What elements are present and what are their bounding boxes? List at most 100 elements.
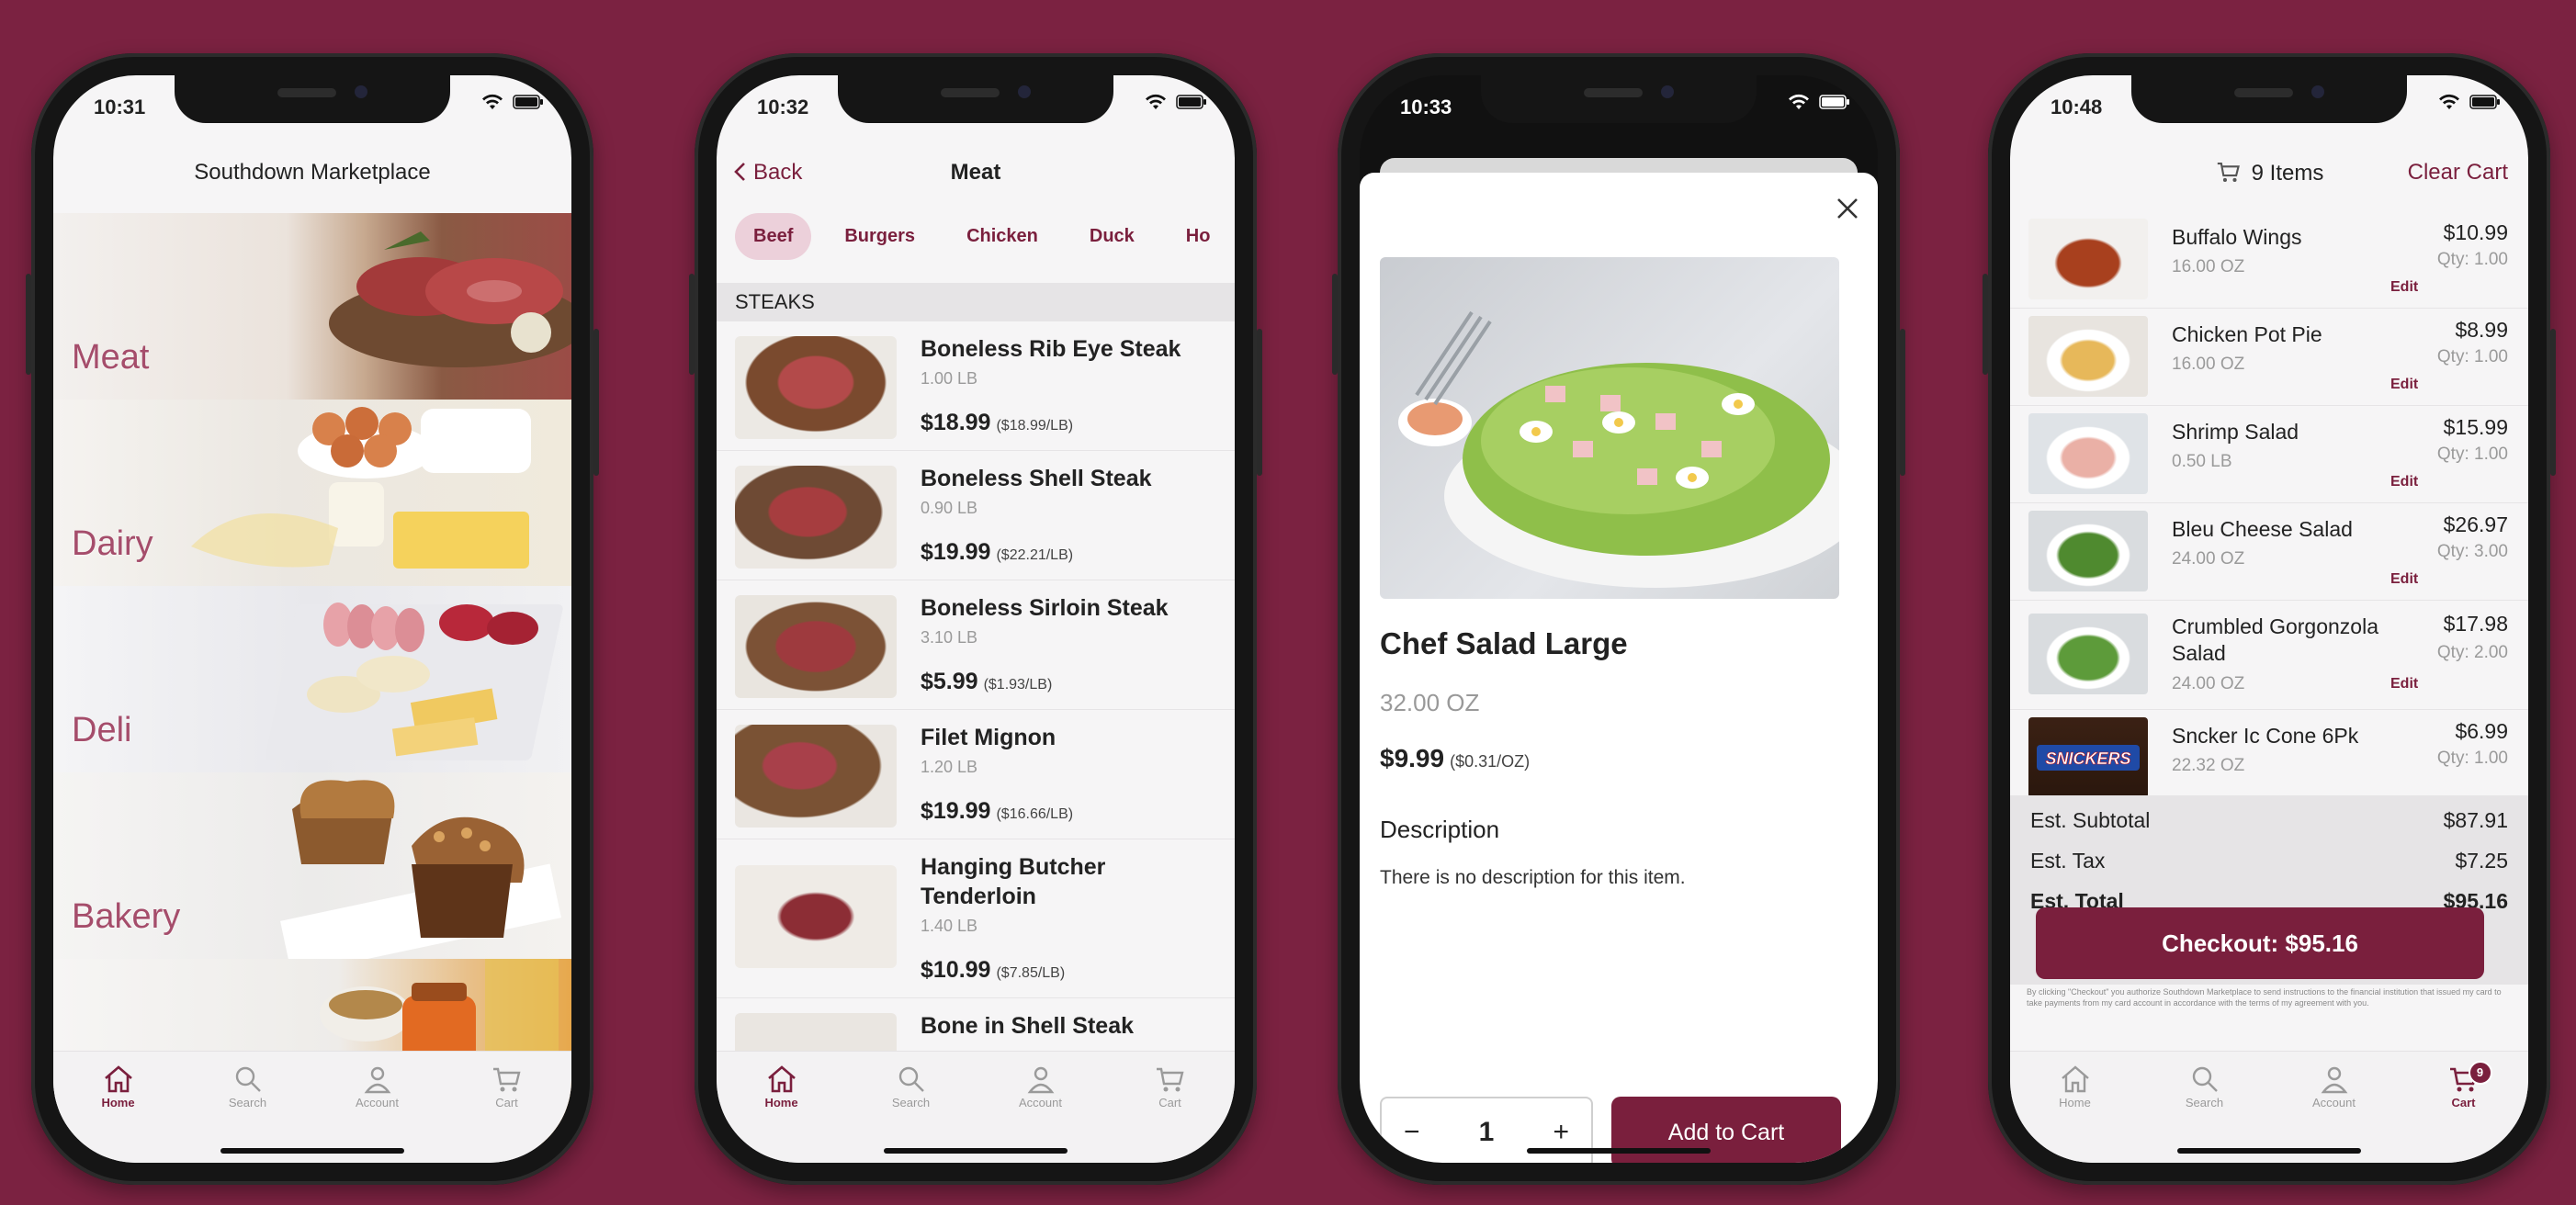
tab-home[interactable]: Home (731, 1061, 832, 1163)
item-qty: Qty: 2.00 (2436, 643, 2508, 662)
svg-text:SNICKERS: SNICKERS (2045, 749, 2130, 768)
category-bakery[interactable]: Bakery (53, 772, 571, 959)
item-image (2028, 316, 2148, 397)
edit-button[interactable]: Edit (2390, 279, 2418, 296)
item-image (2028, 413, 2148, 494)
item-qty: Qty: 1.00 (2436, 749, 2508, 768)
unit-price: ($7.85/LB) (996, 965, 1066, 981)
price-value: $9.99 (1380, 744, 1445, 772)
chip-beef[interactable]: Beef (735, 213, 812, 260)
cart-item[interactable]: Bleu Cheese Salad 24.00 OZ $26.97 Qty: 3… (2010, 503, 2528, 601)
increment-button[interactable]: + (1553, 1117, 1569, 1148)
snickers-logo: SNICKERS (2028, 717, 2148, 798)
home-indicator (220, 1148, 404, 1154)
cart-item[interactable]: Crumbled Gorgonzola Salad 24.00 OZ $17.9… (2010, 601, 2528, 710)
checkout-button[interactable]: Checkout: $95.16 (2036, 907, 2484, 979)
cart-badge: 9 (2468, 1061, 2492, 1085)
phone-cart: 10:48 9 Items Clear Cart Buffalo Wings 1… (1983, 53, 2556, 1185)
item-name: Bleu Cheese Salad (2172, 517, 2353, 541)
item-name: Shrimp Salad (2172, 420, 2299, 444)
item-image (2028, 511, 2148, 591)
product-list: Boneless Rib Eye Steak 1.00 LB $18.99 ($1… (717, 321, 1235, 1128)
edit-button[interactable]: Edit (2390, 377, 2418, 393)
tab-bar: Home Search Account 9 Cart (2010, 1051, 2528, 1163)
price-value: $5.99 (921, 669, 978, 694)
tab-bar: Home Search Account Cart (717, 1051, 1235, 1163)
edit-button[interactable]: Edit (2390, 676, 2418, 693)
tab-bar: Home Search Account Cart (53, 1051, 571, 1163)
page-title: Southdown Marketplace (194, 160, 431, 185)
item-name: Sncker Ic Cone 6Pk (2172, 724, 2359, 748)
chip-duck[interactable]: Duck (1071, 213, 1153, 260)
battery-icon (1819, 95, 1849, 109)
product-price: $19.99 ($22.21/LB) (921, 539, 1073, 566)
chip-chicken[interactable]: Chicken (948, 213, 1056, 260)
tab-label: Account (1019, 1096, 1062, 1109)
decrement-button[interactable]: − (1404, 1117, 1420, 1148)
account-icon (1027, 1066, 1054, 1094)
product-price: $5.99 ($1.93/LB) (921, 669, 1052, 695)
product-row[interactable]: Boneless Shell Steak 0.90 LB $19.99 ($22.… (717, 451, 1235, 580)
edit-button[interactable]: Edit (2390, 474, 2418, 490)
cart-item[interactable]: Shrimp Salad 0.50 LB $15.99 Qty: 1.00 Ed… (2010, 406, 2528, 503)
status-time: 10:48 (2051, 96, 2103, 118)
tab-cart[interactable]: 9 Cart (2413, 1061, 2514, 1163)
close-button[interactable] (1836, 197, 1859, 225)
tab-home[interactable]: Home (2025, 1061, 2126, 1163)
item-weight: 24.00 OZ (2172, 549, 2245, 569)
battery-icon (2469, 95, 2500, 109)
chip-ho[interactable]: Ho (1168, 213, 1229, 260)
cart-icon (492, 1067, 521, 1092)
product-weight: 1.00 LB (921, 369, 978, 388)
edit-button[interactable]: Edit (2390, 571, 2418, 588)
chip-burgers[interactable]: Burgers (826, 213, 933, 260)
home-icon (104, 1065, 132, 1093)
section-header: STEAKS (717, 283, 1235, 321)
wifi-icon (1789, 94, 1809, 109)
product-price: $10.99 ($7.85/LB) (921, 957, 1065, 984)
unit-price: ($22.21/LB) (996, 547, 1074, 563)
product-row[interactable]: Boneless Sirloin Steak 3.10 LB $5.99 ($1.… (717, 580, 1235, 710)
cart-screen: 10:48 9 Items Clear Cart Buffalo Wings 1… (2010, 75, 2528, 1163)
salad-image (1398, 310, 1839, 588)
tab-cart[interactable]: Cart (1120, 1061, 1221, 1163)
product-row[interactable]: Filet Mignon 1.20 LB $19.99 ($16.66/LB) (717, 710, 1235, 839)
cart-item[interactable]: Chicken Pot Pie 16.00 OZ $8.99 Qty: 1.00… (2010, 309, 2528, 406)
category-meat[interactable]: Meat (53, 213, 571, 400)
cart-item[interactable]: Buffalo Wings 16.00 OZ $10.99 Qty: 1.00 … (2010, 211, 2528, 309)
category-deli[interactable]: Deli (53, 586, 571, 772)
subtotal-value: $87.91 (2443, 808, 2508, 832)
category-dairy[interactable]: Dairy (53, 400, 571, 586)
tab-label: Cart (495, 1096, 518, 1109)
subtotal-row: Est. Subtotal $87.91 (2030, 808, 2508, 833)
item-image (2028, 219, 2148, 299)
phone-meat: 10:32 Meat Back Beef Burgers Chicken Duc… (689, 53, 1262, 1185)
back-button[interactable]: Back (733, 160, 802, 186)
home-indicator (2177, 1148, 2361, 1154)
close-icon (1837, 198, 1858, 219)
category-list: Meat Dairy Deli Bakery (53, 213, 571, 1145)
product-image (735, 595, 897, 698)
product-weight: 32.00 OZ (1380, 689, 1480, 716)
back-label: Back (753, 160, 803, 185)
search-icon (2192, 1066, 2218, 1092)
item-name: Crumbled Gorgonzola Salad (2172, 614, 2379, 665)
tax-label: Est. Tax (2030, 849, 2106, 873)
item-weight: 24.00 OZ (2172, 674, 2245, 693)
tab-cart[interactable]: Cart (457, 1061, 558, 1163)
category-label: Meat (72, 338, 150, 377)
chevron-left-icon (734, 163, 745, 181)
tab-home[interactable]: Home (68, 1061, 169, 1163)
snickers-logo-art: SNICKERS (2037, 745, 2140, 771)
unit-price: ($16.66/LB) (996, 806, 1074, 822)
search-icon (898, 1066, 924, 1092)
cart-item[interactable]: SNICKERS Sncker Ic Cone 6Pk 22.32 OZ $6.… (2010, 710, 2528, 806)
clear-cart-button[interactable]: Clear Cart (2408, 160, 2508, 186)
legal-text: By clicking "Checkout" you authorize Sou… (2027, 987, 2502, 1008)
tab-label: Cart (2451, 1096, 2476, 1109)
product-row[interactable]: Boneless Rib Eye Steak 1.00 LB $18.99 ($1… (717, 321, 1235, 451)
search-icon (235, 1066, 261, 1092)
product-row[interactable]: Hanging Butcher Tenderloin 1.40 LB $10.9… (717, 839, 1235, 998)
tax-value: $7.25 (2455, 849, 2508, 873)
product-name: Filet Mignon (921, 725, 1056, 750)
